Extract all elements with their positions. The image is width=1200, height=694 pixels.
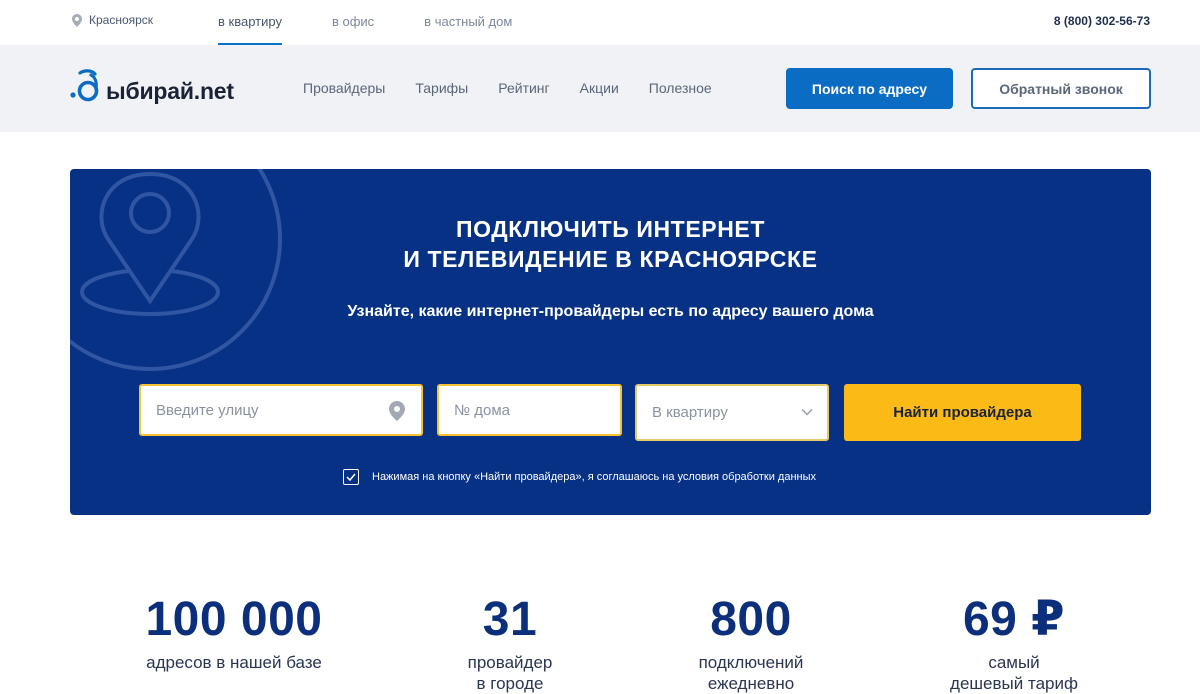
- search-by-address-button[interactable]: Поиск по адресу: [786, 68, 953, 109]
- nav-item-rating[interactable]: Рейтинг: [498, 80, 549, 96]
- find-provider-button[interactable]: Найти провайдера: [844, 384, 1081, 441]
- stat-value: 31: [482, 593, 538, 646]
- stat-addresses: 100 000 адресов в нашей базе: [114, 592, 354, 673]
- stat-value: 69 ₽: [962, 593, 1066, 646]
- connection-type-select[interactable]: В квартиру: [635, 384, 829, 441]
- city-label: Красноярск: [89, 13, 154, 27]
- hero-subtitle: Узнайте, какие интернет-провайдеры есть …: [347, 303, 874, 320]
- nav-item-tariffs[interactable]: Тарифы: [415, 80, 468, 96]
- stat-cheapest-tariff: 69 ₽ самый дешевый тариф: [914, 592, 1114, 694]
- location-decoration-icon: [70, 169, 282, 371]
- nav-item-useful[interactable]: Полезное: [649, 80, 712, 96]
- house-number-input[interactable]: [454, 401, 604, 419]
- street-field: [139, 384, 423, 436]
- stat-label: в городе: [476, 674, 544, 693]
- site-logo[interactable]: ыбирай.net: [70, 69, 234, 103]
- stat-label: адресов в нашей базе: [146, 653, 322, 672]
- map-pin-icon: [389, 401, 405, 421]
- stat-providers: 31 провайдер в городе: [420, 592, 600, 694]
- stat-label: самый: [988, 653, 1040, 672]
- consent-text: Нажимая на кнопку «Найти провайдера», я …: [372, 471, 816, 483]
- main-nav: Провайдеры Тарифы Рейтинг Акции Полезное: [303, 80, 712, 96]
- phone-number[interactable]: 8 (800) 302-56-73: [1054, 14, 1150, 28]
- consent-checkbox[interactable]: [343, 469, 359, 485]
- logo-mark-icon: [70, 69, 99, 102]
- top-bar: Красноярск в квартиру в офис в частный д…: [0, 0, 1200, 45]
- tab-office[interactable]: в офис: [332, 0, 374, 45]
- connection-type-value: В квартиру: [652, 404, 728, 421]
- stat-value: 800: [710, 593, 792, 646]
- hero-title-line2: И ТЕЛЕВИДЕНИЕ В КРАСНОЯРСКЕ: [403, 246, 818, 272]
- consent-row: Нажимая на кнопку «Найти провайдера», я …: [343, 469, 816, 485]
- stat-label: провайдер: [467, 653, 553, 672]
- street-input[interactable]: [156, 401, 356, 419]
- checkmark-icon: [346, 473, 356, 481]
- callback-button[interactable]: Обратный звонок: [971, 68, 1151, 109]
- hero-title: ПОДКЛЮЧИТЬ ИНТЕРНЕТ И ТЕЛЕВИДЕНИЕ В КРАС…: [70, 214, 1151, 274]
- location-pin-icon: [72, 13, 82, 27]
- stat-label: подключений: [698, 653, 804, 672]
- stat-connections: 800 подключений ежедневно: [661, 592, 841, 694]
- stat-label: ежедневно: [707, 674, 795, 693]
- city-selector[interactable]: Красноярск: [72, 13, 153, 27]
- hero-search-panel: ПОДКЛЮЧИТЬ ИНТЕРНЕТ И ТЕЛЕВИДЕНИЕ В КРАС…: [70, 169, 1151, 515]
- house-number-field: [437, 384, 622, 436]
- connection-type-tabs: в квартиру в офис в частный дом: [218, 0, 562, 45]
- stat-value: 100 000: [145, 593, 323, 646]
- nav-item-providers[interactable]: Провайдеры: [303, 80, 385, 96]
- tab-apartment[interactable]: в квартиру: [218, 0, 282, 45]
- header: ыбирай.net Провайдеры Тарифы Рейтинг Акц…: [0, 45, 1200, 132]
- logo-text: ыбирай.net: [106, 78, 234, 104]
- hero-title-line1: ПОДКЛЮЧИТЬ ИНТЕРНЕТ: [455, 216, 766, 242]
- chevron-down-icon: [801, 408, 813, 416]
- stat-label: дешевый тариф: [950, 674, 1078, 693]
- tab-private-house[interactable]: в частный дом: [424, 0, 512, 45]
- nav-item-promotions[interactable]: Акции: [580, 80, 619, 96]
